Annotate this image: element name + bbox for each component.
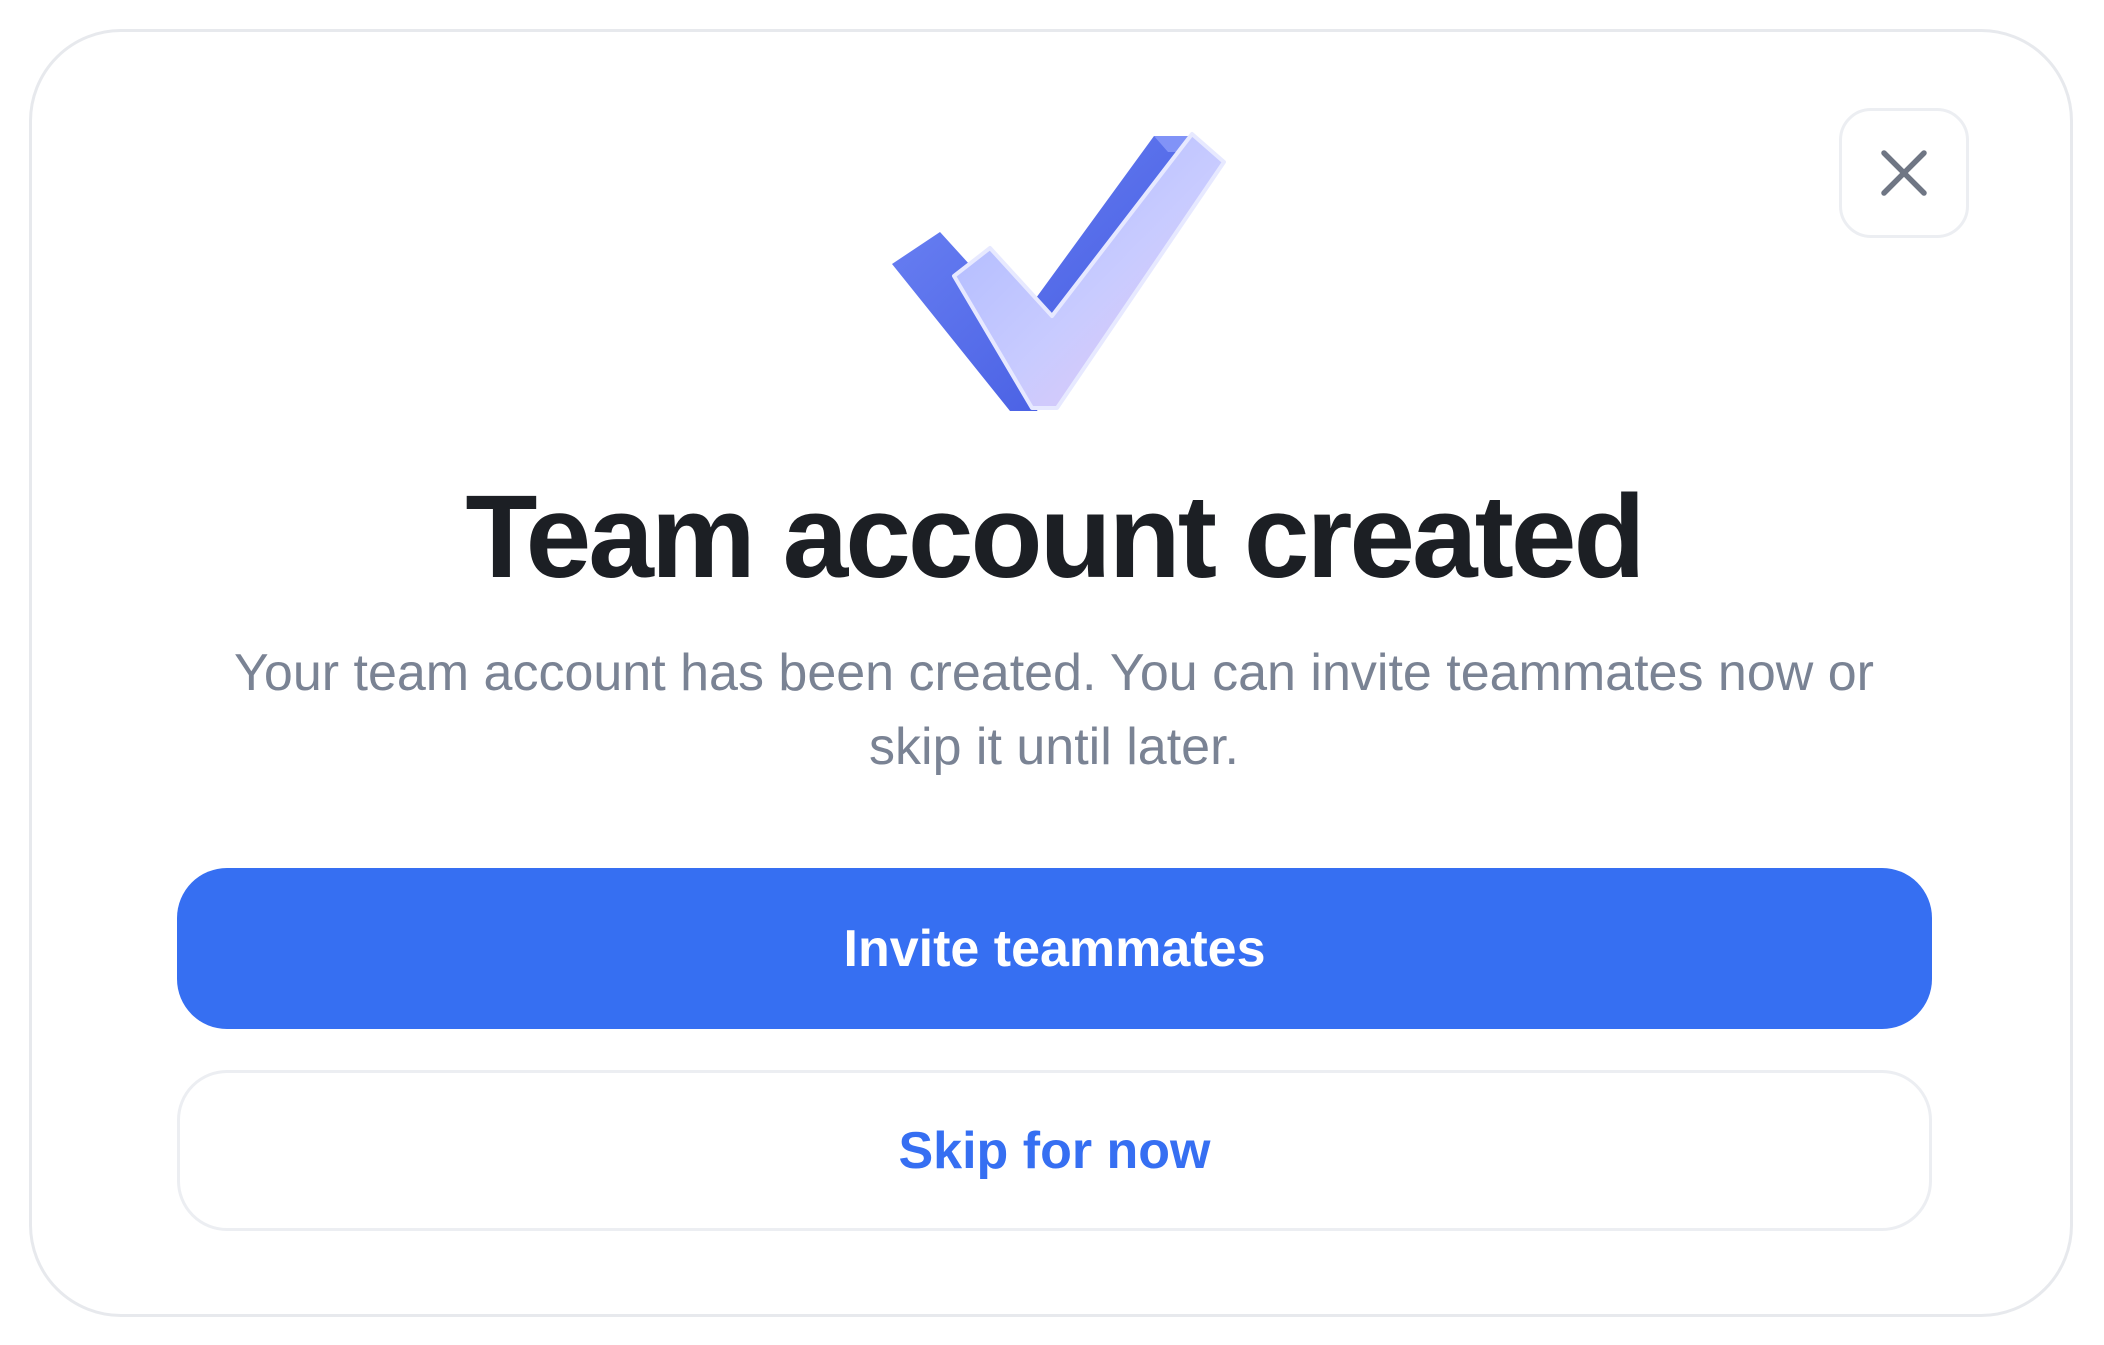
skip-for-now-button[interactable]: Skip for now	[177, 1070, 1932, 1231]
close-icon	[1876, 145, 1932, 201]
team-created-dialog: Team account created Your team account h…	[29, 29, 2073, 1317]
dialog-description: Your team account has been created. You …	[233, 644, 1874, 776]
skip-for-now-label: Skip for now	[898, 1121, 1211, 1180]
invite-teammates-label: Invite teammates	[843, 919, 1266, 978]
invite-teammates-button[interactable]: Invite teammates	[177, 868, 1932, 1029]
close-button[interactable]	[1839, 108, 1969, 238]
dialog-title: Team account created	[465, 471, 1645, 603]
checkmark-icon	[892, 126, 1252, 426]
